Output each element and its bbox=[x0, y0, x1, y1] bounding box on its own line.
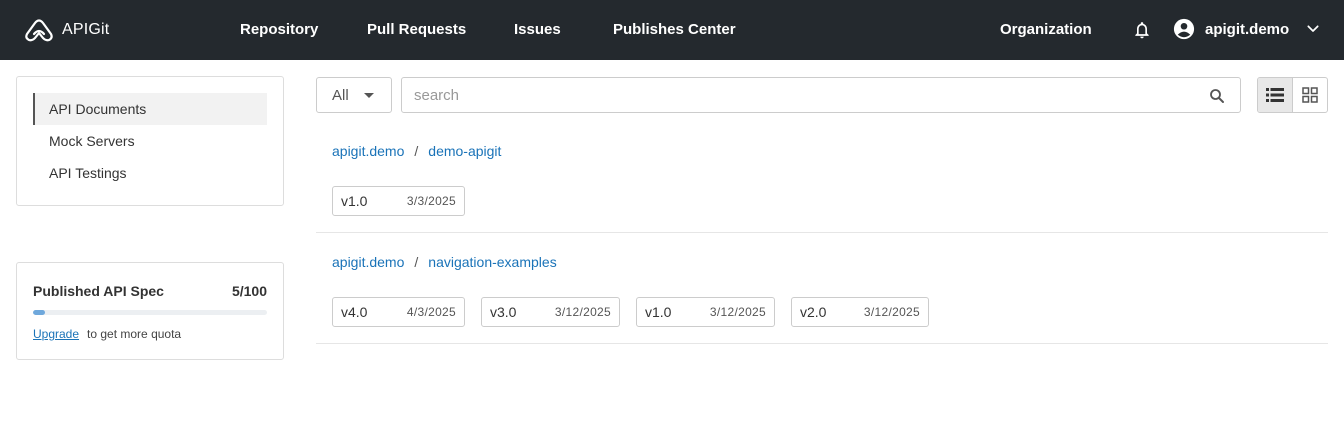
chevron-down-icon[interactable] bbox=[1305, 21, 1321, 37]
quota-upgrade-line: Upgrade to get more quota bbox=[33, 327, 181, 341]
version-tag[interactable]: v3.0 3/12/2025 bbox=[481, 297, 620, 327]
caret-down-icon bbox=[364, 93, 374, 98]
sidebar-item-api-documents[interactable]: API Documents bbox=[33, 93, 267, 125]
nav-issues[interactable]: Issues bbox=[514, 21, 561, 38]
quota-count: 5/100 bbox=[231, 283, 267, 299]
nav-pull-requests[interactable]: Pull Requests bbox=[367, 21, 466, 38]
repo-item: apigit.demo / navigation-examples v4.0 4… bbox=[316, 254, 1328, 344]
version-label: v2.0 bbox=[800, 304, 827, 320]
list-view-button[interactable] bbox=[1258, 78, 1293, 112]
grid-view-button[interactable] bbox=[1293, 78, 1327, 112]
version-list: v4.0 4/3/2025 v3.0 3/12/2025 v1.0 3/12/2… bbox=[332, 297, 929, 327]
upgrade-link[interactable]: Upgrade bbox=[33, 327, 79, 341]
filter-dropdown[interactable]: All bbox=[316, 77, 392, 113]
version-tag[interactable]: v1.0 3/3/2025 bbox=[332, 186, 465, 216]
sidebar-item-api-testings[interactable]: API Testings bbox=[33, 157, 267, 189]
repo-path: apigit.demo / demo-apigit bbox=[332, 143, 501, 159]
search-input[interactable] bbox=[414, 78, 1194, 112]
username: apigit.demo bbox=[1205, 20, 1290, 38]
version-tag[interactable]: v2.0 3/12/2025 bbox=[791, 297, 929, 327]
repo-item: apigit.demo / demo-apigit v1.0 3/3/2025 bbox=[316, 143, 1328, 233]
view-toggle bbox=[1257, 77, 1328, 113]
nav-repository[interactable]: Repository bbox=[240, 21, 318, 38]
quota-progress-bar bbox=[33, 310, 267, 315]
brand-logo[interactable]: APIGit bbox=[24, 17, 109, 43]
quota-suffix: to get more quota bbox=[87, 327, 182, 341]
version-date: 3/12/2025 bbox=[863, 305, 920, 319]
path-separator: / bbox=[414, 143, 419, 159]
version-label: v4.0 bbox=[341, 304, 368, 320]
filter-value: All bbox=[332, 86, 349, 104]
version-date: 3/12/2025 bbox=[554, 305, 611, 319]
version-label: v1.0 bbox=[341, 193, 368, 209]
version-date: 3/3/2025 bbox=[406, 194, 456, 208]
version-tag[interactable]: v4.0 4/3/2025 bbox=[332, 297, 465, 327]
path-separator: / bbox=[414, 254, 419, 270]
version-label: v3.0 bbox=[490, 304, 517, 320]
quota-card: Published API Spec 5/100 Upgrade to get … bbox=[16, 262, 284, 360]
account-circle-icon bbox=[1173, 18, 1195, 40]
repo-path: apigit.demo / navigation-examples bbox=[332, 254, 557, 270]
repo-name-link[interactable]: navigation-examples bbox=[428, 254, 556, 270]
sidebar-item-mock-servers[interactable]: Mock Servers bbox=[33, 125, 267, 157]
nav-organization[interactable]: Organization bbox=[1000, 21, 1092, 38]
version-date: 3/12/2025 bbox=[709, 305, 766, 319]
search-box bbox=[401, 77, 1241, 113]
bell-icon[interactable] bbox=[1132, 20, 1152, 40]
repo-owner-link[interactable]: apigit.demo bbox=[332, 254, 404, 270]
nav-publishes-center[interactable]: Publishes Center bbox=[613, 21, 736, 38]
grid-view-icon bbox=[1302, 87, 1318, 103]
repo-owner-link[interactable]: apigit.demo bbox=[332, 143, 404, 159]
list-view-icon bbox=[1266, 88, 1284, 102]
version-date: 4/3/2025 bbox=[406, 305, 456, 319]
sidebar-nav: API Documents Mock Servers API Testings bbox=[16, 76, 284, 206]
top-navbar: APIGit Repository Pull Requests Issues P… bbox=[0, 0, 1344, 60]
search-icon[interactable] bbox=[1208, 87, 1226, 105]
repo-name-link[interactable]: demo-apigit bbox=[428, 143, 501, 159]
quota-title: Published API Spec bbox=[33, 283, 164, 299]
apigit-logo-icon bbox=[25, 19, 53, 42]
user-menu[interactable]: apigit.demo bbox=[1173, 18, 1321, 40]
version-label: v1.0 bbox=[645, 304, 672, 320]
quota-progress-fill bbox=[33, 310, 45, 315]
brand-name: APIGit bbox=[62, 21, 110, 38]
version-list: v1.0 3/3/2025 bbox=[332, 186, 465, 216]
version-tag[interactable]: v1.0 3/12/2025 bbox=[636, 297, 775, 327]
